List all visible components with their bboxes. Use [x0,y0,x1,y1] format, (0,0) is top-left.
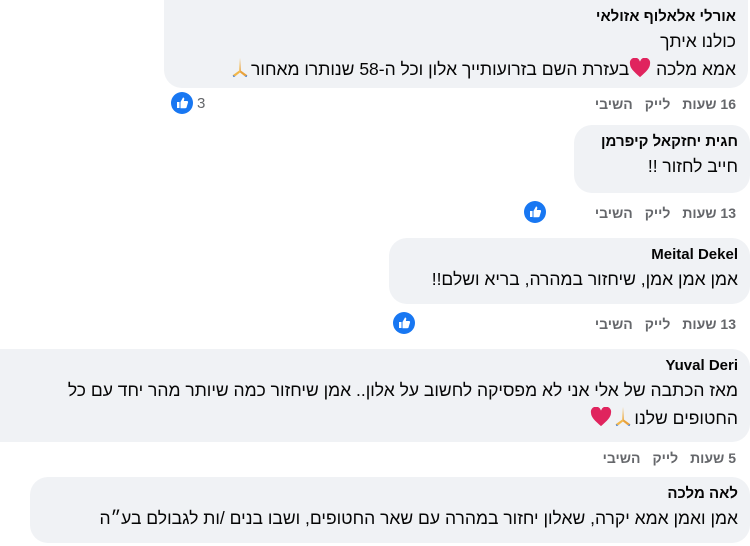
comment-author[interactable]: לאה מלכה [42,484,738,504]
comment-bubble: Yuval Deri מאז הכתבה של אלי אני לא מפסיק… [0,349,750,442]
reply-action[interactable]: השיבי [603,450,641,466]
comment-text: אמן ואמן אמא יקרה, שאלון יחזור במהרה עם … [99,508,738,528]
reaction-summary[interactable] [524,201,546,223]
comment-bubble: חגית יחזקאל קיפרמן חייב לחזור !! [574,125,750,193]
pray-emoji [229,56,251,86]
comment-bubble: לאה מלכה אמן ואמן אמא יקרה, שאלון יחזור … [30,477,750,543]
comment-text-part: אמא מלכה [651,59,736,79]
reaction-summary[interactable] [393,312,415,334]
heart-emoji [629,57,651,86]
comment-bubble: Meital Dekel אמן אמן אמן, שיחזור במהרה, … [389,238,750,304]
comment-time[interactable]: 5 שעות [690,450,736,466]
comment-bubble: אורלי אלאלוף אזולאי כולנו איתך אמא מלכה … [164,0,748,88]
like-action[interactable]: לייק [645,205,671,221]
comment-actions: 5 שעות לייק השיבי [603,450,736,466]
like-icon [524,201,546,223]
comment-text: חייב לחזור !! [647,156,738,176]
like-action[interactable]: לייק [645,96,671,112]
like-icon [393,312,415,334]
comment-text: מאז הכתבה של אלי אני לא מפסיקה לחשוב על … [67,380,738,400]
comment-actions: 13 שעות לייק השיבי [595,205,736,221]
comment-text-line: אמא מלכה בעזרת השם בזרועותייך אלון וכל ה… [176,55,736,86]
comment-author[interactable]: חגית יחזקאל קיפרמן [586,132,738,152]
like-action[interactable]: לייק [645,316,671,332]
reply-action[interactable]: השיבי [595,96,633,112]
pray-emoji [612,405,634,435]
comment-text: אמן אמן אמן, שיחזור במהרה, בריא ושלם!! [431,269,738,289]
comment-text-part: החטופים שלנו [634,408,738,428]
comment-author[interactable]: Meital Dekel [401,245,738,265]
reply-action[interactable]: השיבי [595,316,633,332]
comment-time[interactable]: 13 שעות [682,205,736,221]
reaction-count: 3 [197,94,206,112]
heart-emoji [590,406,612,435]
comment-text-line: החטופים שלנו [12,404,738,435]
like-action[interactable]: לייק [653,450,679,466]
reaction-summary[interactable]: 3 [171,92,205,114]
comment-time[interactable]: 16 שעות [682,96,736,112]
comment-author[interactable]: Yuval Deri [12,356,738,376]
comment-author[interactable]: אורלי אלאלוף אזולאי [176,7,736,27]
like-icon [171,92,193,114]
comment-time[interactable]: 13 שעות [682,316,736,332]
comment-actions: 16 שעות לייק השיבי [595,96,736,112]
comment-text-part: בעזרת השם בזרועותייך אלון וכל ה-58 שנותר… [251,59,630,79]
reply-action[interactable]: השיבי [595,205,633,221]
comment-actions: 13 שעות לייק השיבי [595,316,736,332]
comment-text: כולנו איתך [660,31,736,51]
